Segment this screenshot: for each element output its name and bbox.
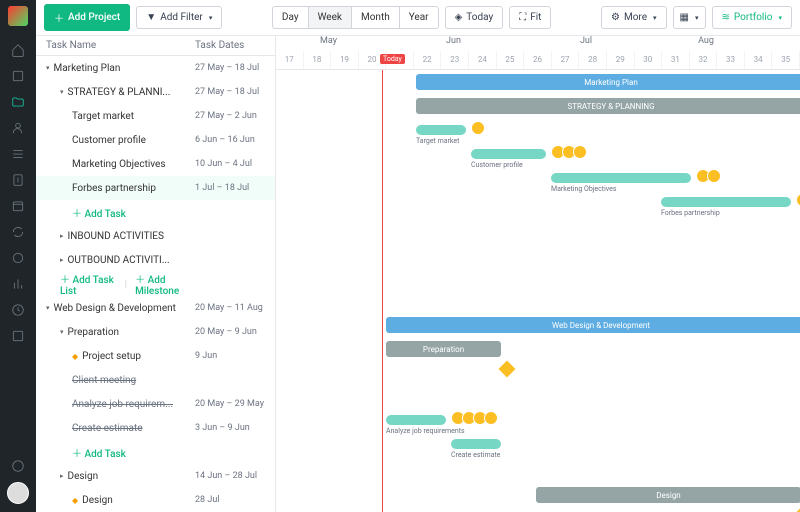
task-row[interactable]: Customer profile [72,135,146,146]
task-row[interactable]: Forbes partnership [72,183,156,194]
gantt-chart[interactable]: May Jun Jul Aug 171819202122232425262728… [276,36,800,512]
gantt-bar[interactable]: Web Design & Development [386,317,800,333]
calendar-icon[interactable] [10,198,26,214]
task-row[interactable]: Design [82,495,113,506]
gantt-bar[interactable]: Marketing Plan [416,74,800,90]
gantt-bar[interactable]: Target market [416,125,466,135]
today-button[interactable]: ◈ Today [445,6,504,29]
gantt-bar[interactable]: STRATEGY & PLANNING [416,98,800,114]
add-task-button[interactable]: ＋ Add Task [72,205,126,220]
task-row[interactable]: Analyze job requirem... [72,399,173,410]
task-row[interactable]: STRATEGY & PLANNI... [68,87,171,98]
task-list-panel: Task Name Task Dates ▾Marketing Plan27 M… [36,36,276,512]
view-day[interactable]: Day [273,7,309,28]
portfolio-button[interactable]: ≋ Portfolio▾ [712,6,793,29]
task-row[interactable]: Web Design & Development [54,303,176,314]
grid-icon[interactable] [10,328,26,344]
task-row[interactable]: Target market [72,111,134,122]
time-scale-segment: Day Week Month Year [272,6,439,29]
today-marker: Today [380,54,405,64]
task-row[interactable]: Create estimate [72,423,143,434]
home-icon[interactable] [10,42,26,58]
task-row[interactable]: Client meeting [72,375,136,386]
projects-icon[interactable] [10,68,26,84]
milestone-marker[interactable] [499,361,516,378]
nav-sidebar [0,0,36,512]
add-task-button[interactable]: ＋ Add Task [72,445,126,460]
col-dates-header: Task Dates [195,40,275,51]
help-icon[interactable] [10,458,26,474]
layout-button[interactable]: ▦▾ [673,6,706,29]
gantt-bar[interactable]: Customer profile [471,149,546,159]
app-logo[interactable] [8,6,28,26]
task-row[interactable]: Project setup [82,351,141,362]
gantt-bar[interactable]: Create estimate [451,439,501,449]
sync-icon[interactable] [10,224,26,240]
chart-icon[interactable] [10,276,26,292]
time-icon[interactable] [10,302,26,318]
add-project-button[interactable]: ＋ Add Project [44,4,130,31]
add-filter-button[interactable]: ▼ Add Filter▾ [136,6,222,29]
gantt-bar[interactable]: Analyze job requirements [386,415,446,425]
gantt-bar[interactable]: Forbes partnership [661,197,791,207]
view-month[interactable]: Month [352,7,400,28]
task-row[interactable]: INBOUND ACTIVITIES [68,231,164,242]
list-icon[interactable] [10,146,26,162]
task-row[interactable]: Marketing Plan [54,63,121,74]
task-row[interactable]: OUTBOUND ACTIVITI... [68,255,170,266]
gantt-bar[interactable]: Design [536,487,800,503]
finance-icon[interactable] [10,172,26,188]
folder-icon[interactable] [10,94,26,110]
fit-button[interactable]: ⛶ Fit [509,6,551,29]
task-row[interactable]: Marketing Objectives [72,159,166,170]
add-task-list-button[interactable]: ＋ Add Task List [60,271,117,297]
col-name-header: Task Name [36,40,195,51]
user-icon[interactable] [10,120,26,136]
task-row[interactable]: Design [68,471,99,482]
refresh-icon[interactable] [10,250,26,266]
milestone-marker[interactable] [794,507,800,512]
view-week[interactable]: Week [309,7,352,28]
more-button[interactable]: ⚙ More▾ [601,6,667,29]
gantt-bar[interactable]: Preparation [386,341,501,357]
user-avatar[interactable] [7,482,29,504]
add-milestone-button[interactable]: ＋ Add Milestone [135,271,195,297]
gantt-bar[interactable]: Marketing Objectives [551,173,691,183]
view-year[interactable]: Year [400,7,438,28]
task-row[interactable]: Preparation [68,327,120,338]
toolbar: ＋ Add Project ▼ Add Filter▾ Day Week Mon… [36,0,800,36]
